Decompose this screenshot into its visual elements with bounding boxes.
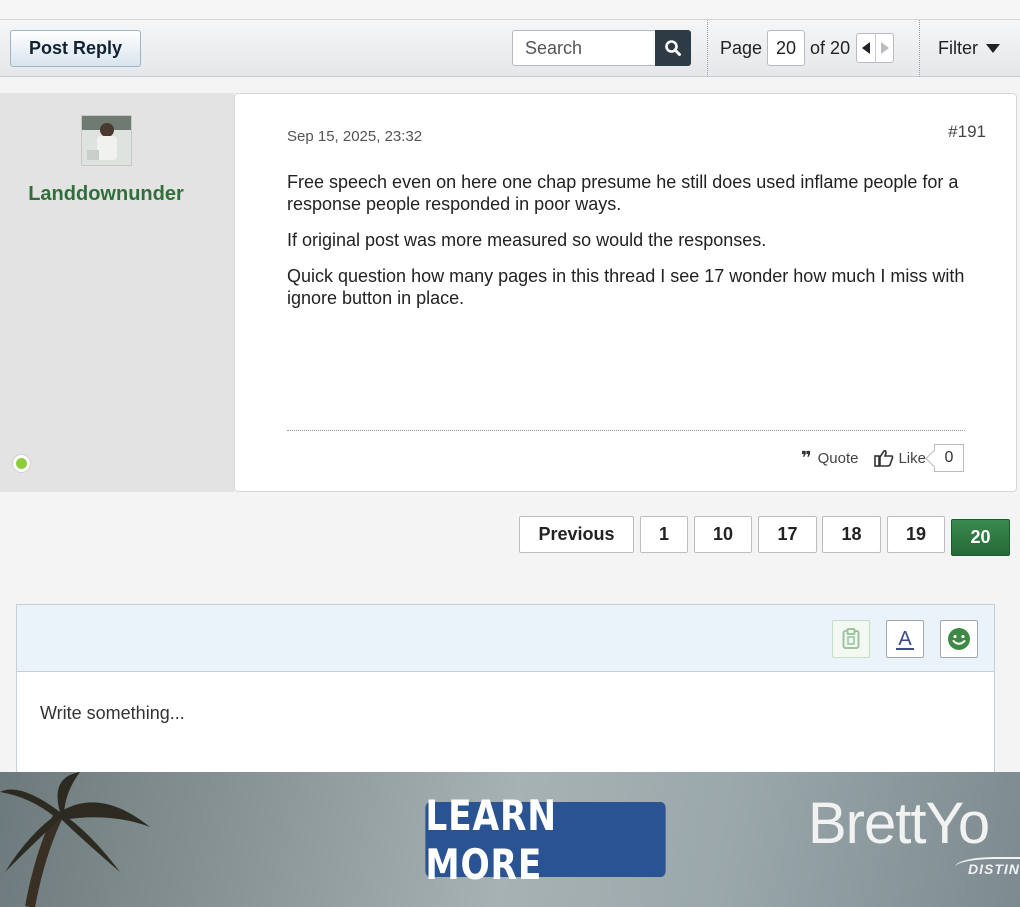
post-paragraph: Free speech even on here one chap presum… (287, 172, 959, 214)
avatar-photo-icon (82, 116, 131, 165)
attach-button[interactable] (832, 620, 870, 658)
text-format-button[interactable]: A (886, 620, 924, 658)
post-permalink-number[interactable]: #191 (948, 122, 986, 142)
editor-toolbar: A (17, 605, 994, 672)
reply-editor: A Write something... (16, 604, 995, 784)
page-number-input[interactable]: 20 (767, 30, 806, 66)
post-content: Sep 15, 2025, 23:32 #191 Free speech eve… (234, 93, 1017, 492)
forum-post: Landdownunder Sep 15, 2025, 23:32 #191 F… (0, 93, 1017, 492)
reply-textarea[interactable]: Write something... (40, 703, 185, 724)
post-author-username[interactable]: Landdownunder (0, 183, 212, 206)
page-jump: Page 20 of 20 (720, 30, 895, 66)
previous-page-button[interactable]: Previous (519, 516, 634, 553)
like-label: Like (898, 449, 926, 467)
page-link-10[interactable]: 10 (694, 516, 752, 553)
learn-more-button[interactable]: LEARN MORE (425, 791, 666, 889)
page-arrows (856, 33, 895, 63)
chevron-down-icon (986, 43, 1000, 53)
page-link-18[interactable]: 18 (822, 516, 881, 553)
online-status-icon (13, 455, 30, 472)
page-label: Page (720, 37, 763, 58)
next-page-arrow[interactable] (875, 34, 893, 62)
post-paragraph: If original post was more measured so wo… (287, 230, 767, 250)
quote-label: Quote (817, 449, 859, 467)
thread-toolbar: Post Reply Page 20 of 20 Filter (0, 20, 1020, 77)
toolbar-divider (707, 20, 708, 77)
palm-tree-image (0, 772, 150, 907)
filter-dropdown[interactable]: Filter (938, 30, 1000, 66)
post-timestamp: Sep 15, 2025, 23:32 (287, 128, 423, 145)
page-link-1[interactable]: 1 (640, 516, 688, 553)
ad-tagline: DISTIN (968, 861, 1020, 877)
page-link-17[interactable]: 17 (758, 516, 817, 553)
search-box (512, 30, 691, 66)
prev-page-arrow[interactable] (857, 34, 875, 62)
post-paragraph: Quick question how many pages in this th… (287, 266, 965, 308)
clipboard-icon (842, 628, 860, 649)
toolbar-divider (919, 20, 920, 77)
post-author-panel: Landdownunder (0, 93, 234, 492)
svg-text:A: A (898, 628, 912, 650)
caret-left-icon (862, 42, 871, 54)
advertisement-banner[interactable]: LEARN MORE BrettYo DISTIN (0, 772, 1020, 907)
ad-brand-logo: BrettYo (808, 791, 990, 856)
emoji-button[interactable] (940, 620, 978, 658)
search-icon (665, 40, 681, 56)
quote-button[interactable]: ❞ Quote (801, 448, 858, 469)
like-count-badge: 0 (934, 444, 964, 472)
post-reply-button[interactable]: Post Reply (10, 30, 141, 67)
smiley-icon (948, 628, 970, 650)
search-input[interactable] (512, 30, 655, 66)
search-button[interactable] (655, 30, 691, 66)
post-actions: ❞ Quote Like 0 (801, 444, 964, 472)
post-divider (287, 430, 965, 431)
quote-icon: ❞ (801, 447, 812, 469)
filter-label: Filter (938, 37, 978, 58)
like-button[interactable]: Like (874, 449, 926, 467)
post-message: Free speech even on here one chap presum… (287, 171, 967, 323)
top-strip (0, 0, 1020, 20)
caret-right-icon (880, 42, 889, 54)
avatar[interactable] (81, 115, 132, 166)
page-link-20-current[interactable]: 20 (951, 519, 1010, 556)
page-link-19[interactable]: 19 (887, 516, 945, 553)
page-total: of 20 (810, 37, 851, 58)
font-format-icon: A (896, 628, 914, 650)
thumbs-up-icon (874, 449, 894, 467)
